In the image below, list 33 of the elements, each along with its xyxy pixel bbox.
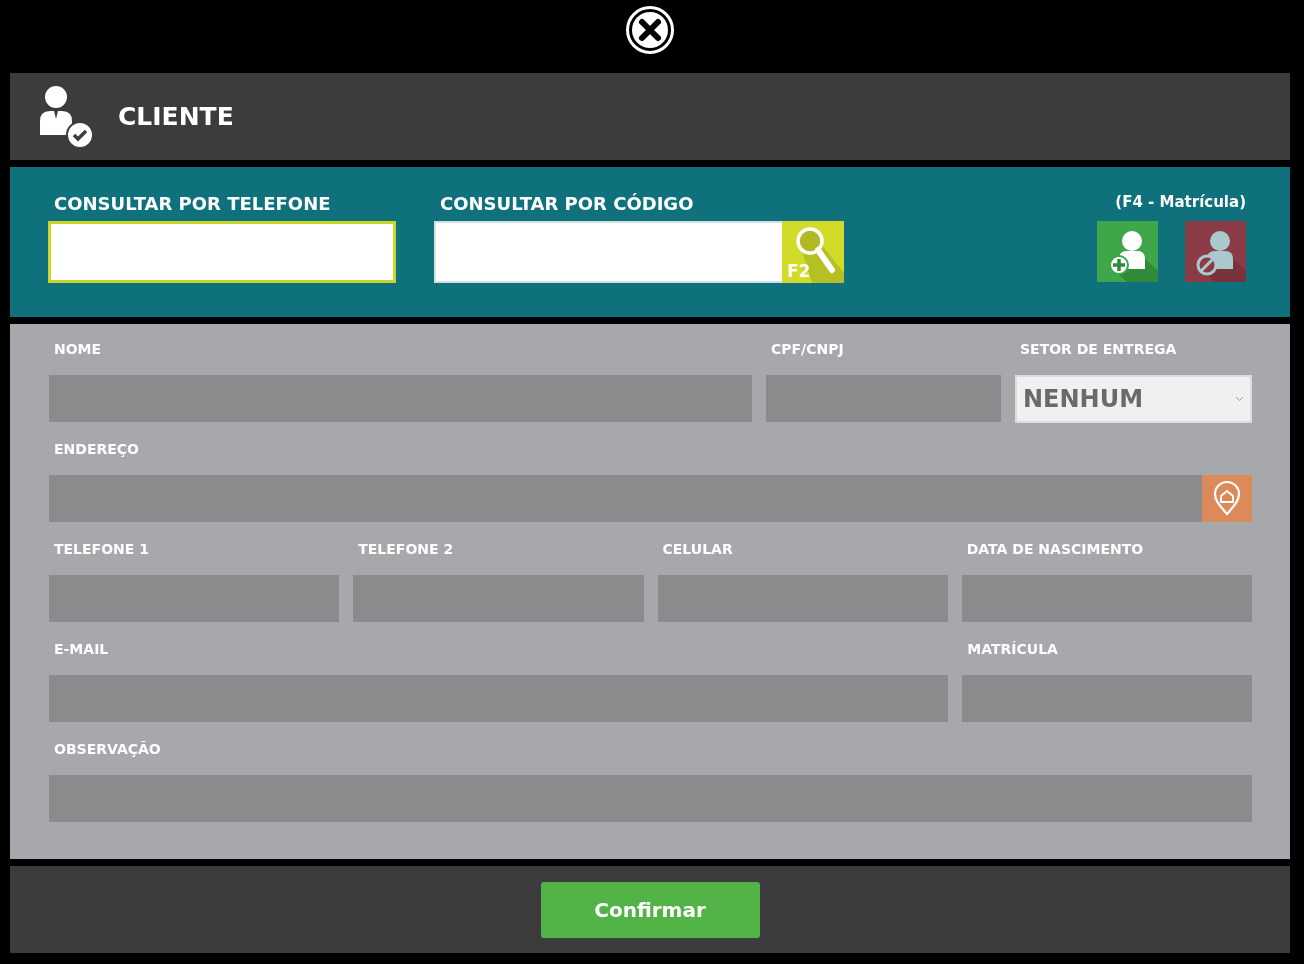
field-label: CONSULTAR POR CÓDIGO — [439, 193, 695, 215]
input-field[interactable] — [49, 775, 1252, 822]
field-label: SETOR DE ENTREGA — [1019, 340, 1178, 359]
input-field[interactable] — [353, 575, 644, 622]
field-label: E-MAIL — [53, 640, 110, 659]
search-field[interactable] — [48, 221, 396, 283]
confirm-button[interactable]: Confirmar — [540, 881, 760, 938]
close-icon[interactable] — [625, 5, 675, 55]
field-label: CONSULTAR POR TELEFONE — [53, 193, 332, 215]
shortcut-hint: (F4 - Matrícula) — [1115, 193, 1246, 211]
input-field[interactable] — [49, 675, 949, 722]
field-label: TELEFONE 1 — [53, 540, 150, 559]
input-field[interactable] — [49, 375, 752, 422]
dropdown[interactable]: NENHUM — [1015, 375, 1252, 423]
field-label: TELEFONE 2 — [357, 540, 455, 559]
window-title: CLIENTE — [118, 102, 234, 131]
field-label: CELULAR — [661, 540, 734, 559]
input-field[interactable] — [961, 575, 1252, 622]
field-label: CPF/CNPJ — [770, 340, 845, 359]
address-field[interactable] — [49, 475, 1202, 522]
field-label: MATRÍCULA — [966, 640, 1059, 659]
input-field[interactable] — [657, 575, 948, 622]
field-label: NOME — [53, 340, 103, 359]
block-user-icon[interactable] — [1185, 221, 1246, 282]
field-label: OBSERVAÇÃO — [53, 740, 162, 759]
field-label: DATA DE NASCIMENTO — [965, 540, 1145, 559]
chevron-down-icon — [1235, 396, 1244, 402]
input-field[interactable] — [49, 575, 340, 622]
field-label: ENDEREÇO — [53, 440, 140, 459]
add-user-icon[interactable] — [1097, 221, 1158, 282]
input-field[interactable] — [962, 675, 1252, 722]
input-field[interactable] — [766, 375, 1001, 422]
search-field[interactable] — [434, 221, 782, 283]
